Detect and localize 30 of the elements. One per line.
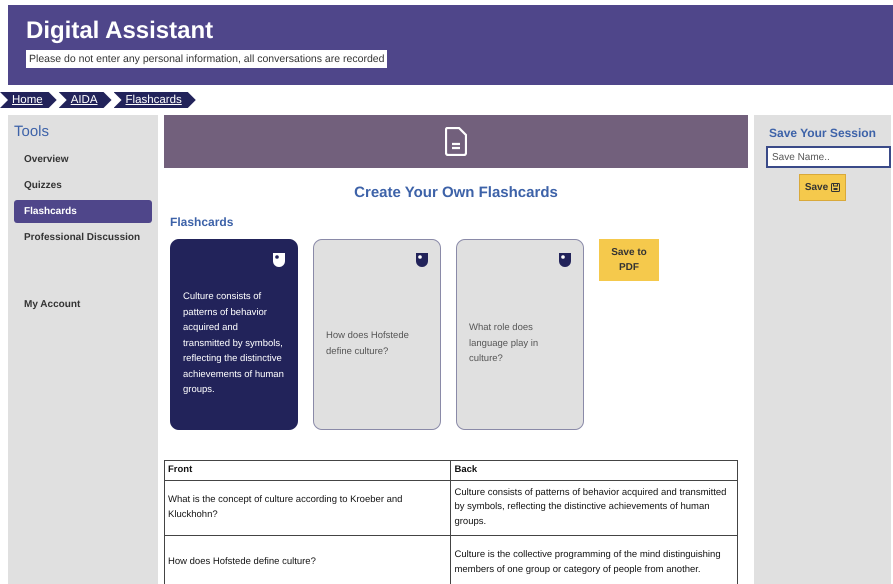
save-pdf-button[interactable]: Save to PDF xyxy=(599,239,659,281)
save-button[interactable]: Save xyxy=(798,174,846,201)
flashcard[interactable]: How does Hofstede define culture? xyxy=(313,239,441,430)
flashcard[interactable]: Culture consists of patterns of behavior acquired and transmitted by symbols, reflecting the distinctive achievements of human groups. xyxy=(170,239,298,430)
sidebar-title: Tools xyxy=(14,123,50,140)
column-header: Back xyxy=(450,460,738,480)
breadcrumb-link[interactable]: Home xyxy=(0,92,57,108)
breadcrumb-link[interactable]: Flashcards xyxy=(114,92,196,108)
section-heading: Flashcards xyxy=(170,215,234,229)
breadcrumb-link[interactable]: AIDA xyxy=(58,92,112,108)
shield-icon xyxy=(273,253,285,267)
flashcard[interactable]: What role does language play in culture? xyxy=(456,239,584,430)
account-link[interactable]: My Account xyxy=(14,293,152,316)
sidebar-item[interactable]: Quizzes xyxy=(14,174,152,197)
page-heading: Create Your Own Flashcards xyxy=(353,184,559,201)
column-header: Front xyxy=(164,460,451,480)
table-cell: What is the concept of culture according to Kroeber and Kluckhohn? xyxy=(164,480,451,535)
sidebar-item[interactable]: Professional Discussion xyxy=(14,226,152,249)
shield-icon xyxy=(559,253,571,267)
sidebar-item[interactable]: Flashcards xyxy=(14,200,152,223)
table-cell: Culture consists of patterns of behavior acquired and transmitted by symbols, reflecting the distinctive achievements of human groups. xyxy=(450,480,738,535)
sidebar-item[interactable]: Overview xyxy=(14,148,152,171)
session-title: Save Your Session xyxy=(769,126,876,140)
shield-icon xyxy=(416,253,428,267)
app-title: Digital Assistant xyxy=(26,17,214,45)
save-name-field[interactable]: Save Name.. xyxy=(766,146,891,168)
table-cell: How does Hofstede define culture? xyxy=(164,535,451,584)
document-icon xyxy=(445,127,467,156)
floppy-icon xyxy=(831,183,840,192)
privacy-notice: Please do not enter any personal information, all conversations are recorded xyxy=(26,50,388,68)
